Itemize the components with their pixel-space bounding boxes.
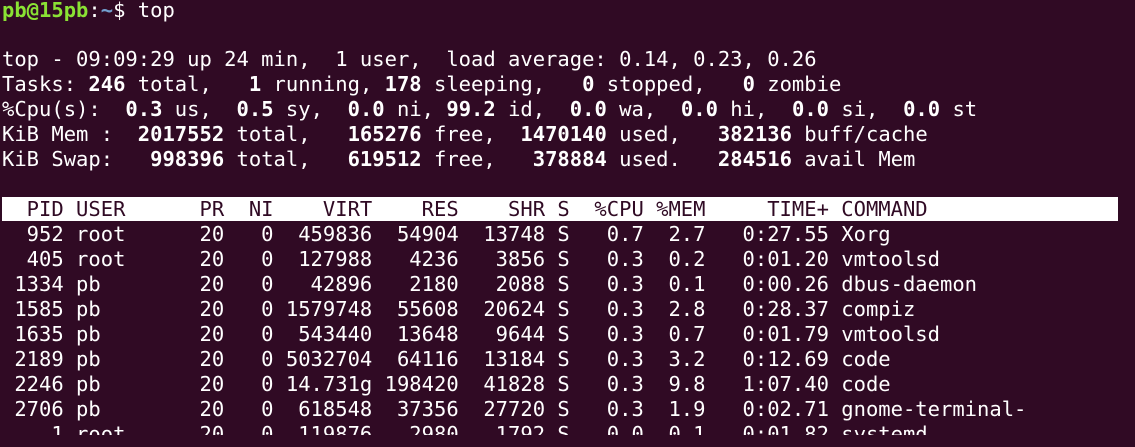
cpu-si-label: si,	[829, 97, 904, 121]
swap-avail-label: avail Mem	[791, 147, 916, 171]
tasks-label: Tasks:	[2, 72, 89, 96]
mem-buff-label: buff/cache	[791, 122, 928, 146]
tasks-running: 1	[248, 72, 262, 96]
process-row[interactable]: 2706 pb 20 0 618548 37356 27720 S 0.3 1.…	[2, 397, 1026, 422]
tasks-zombie-label: zombie	[754, 72, 842, 96]
cpu-us: 0.3	[125, 97, 163, 121]
swap-free-label: free,	[421, 147, 533, 171]
tasks-sleeping: 178	[384, 72, 422, 96]
swap-used: 378884	[532, 147, 607, 171]
process-row[interactable]: 1635 pb 20 0 543440 13648 9644 S 0.3 0.7…	[2, 322, 940, 347]
process-row[interactable]: 1585 pb 20 0 1579748 55608 20624 S 0.3 2…	[2, 297, 915, 322]
cpu-us-label: us,	[162, 97, 237, 121]
swap-total: 998396	[150, 147, 225, 171]
cpu-wa: 0.0	[569, 97, 607, 121]
mem-total: 2017552	[137, 122, 225, 146]
cpu-line: %Cpu(s): 0.3 us, 0.5 sy, 0.0 ni, 99.2 id…	[2, 97, 977, 122]
swap-label: KiB Swap:	[2, 147, 151, 171]
mem-free: 165276	[347, 122, 422, 146]
mem-buff: 382136	[717, 122, 792, 146]
cpu-sy: 0.5	[236, 97, 274, 121]
cpu-label: %Cpu(s):	[2, 97, 126, 121]
tasks-running-label: running,	[261, 72, 385, 96]
mem-used-label: used,	[606, 122, 718, 146]
mem-line: KiB Mem : 2017552 total, 165276 free, 14…	[2, 122, 928, 147]
process-row[interactable]: 1 root 20 0 119876 2980 1792 S 0.0 0.1 0…	[2, 422, 927, 435]
process-table-header: PID USER PR NI VIRT RES SHR S %CPU %MEM …	[2, 197, 1118, 221]
swap-line: KiB Swap: 998396 total, 619512 free, 378…	[2, 147, 915, 172]
swap-total-label: total,	[224, 147, 348, 171]
cpu-st: 0.0	[903, 97, 941, 121]
tasks-stopped-label: stopped,	[594, 72, 743, 96]
swap-avail: 284516	[717, 147, 792, 171]
prompt-command: top	[137, 0, 175, 22]
swap-used-label: used.	[606, 147, 718, 171]
cpu-ni: 0.0	[347, 97, 385, 121]
prompt-symbol: $	[113, 0, 126, 22]
tasks-stopped: 0	[582, 72, 595, 96]
terminal-window[interactable]: pb@15pb:~$ top top - 09:09:29 up 24 min,…	[0, 0, 1135, 435]
process-row[interactable]: 2189 pb 20 0 5032704 64116 13184 S 0.3 3…	[2, 347, 890, 372]
cpu-ni-label: ni,	[384, 97, 447, 121]
process-row[interactable]: 405 root 20 0 127988 4236 3856 S 0.3 0.2…	[2, 247, 940, 272]
prompt-user-host: pb@15pb	[2, 0, 89, 22]
tasks-zombie: 0	[742, 72, 755, 96]
cpu-hi: 0.0	[680, 97, 718, 121]
mem-total-label: total,	[224, 122, 348, 146]
uptime-line: top - 09:09:29 up 24 min, 1 user, load a…	[2, 47, 817, 71]
prompt-path: ~	[100, 0, 114, 22]
cpu-sy-label: sy,	[273, 97, 348, 121]
tasks-total: 246	[88, 72, 126, 96]
process-row[interactable]: 2246 pb 20 0 14.731g 198420 41828 S 0.3 …	[2, 372, 890, 397]
process-table-header-text: PID USER PR NI VIRT RES SHR S %CPU %MEM …	[2, 197, 928, 221]
mem-label: KiB Mem :	[2, 122, 138, 146]
shell-prompt: pb@15pb:~$ top	[2, 0, 175, 23]
cpu-id: 99.2	[446, 97, 496, 121]
process-row[interactable]: 952 root 20 0 459836 54904 13748 S 0.7 2…	[2, 222, 891, 247]
cpu-st-label: st	[940, 97, 978, 121]
process-row[interactable]: 1334 pb 20 0 42896 2180 2088 S 0.3 0.1 0…	[2, 272, 977, 297]
tasks-sleeping-label: sleeping,	[421, 72, 583, 96]
tasks-total-label: total,	[125, 72, 249, 96]
cpu-wa-label: wa,	[606, 97, 681, 121]
mem-used: 1470140	[520, 122, 607, 146]
prompt-separator: :	[88, 0, 101, 22]
cpu-id-label: id,	[495, 97, 570, 121]
cpu-hi-label: hi,	[717, 97, 792, 121]
cpu-si: 0.0	[791, 97, 830, 121]
mem-free-label: free,	[421, 122, 521, 146]
swap-free: 619512	[347, 147, 422, 171]
tasks-line: Tasks: 246 total, 1 running, 178 sleepin…	[2, 72, 841, 97]
